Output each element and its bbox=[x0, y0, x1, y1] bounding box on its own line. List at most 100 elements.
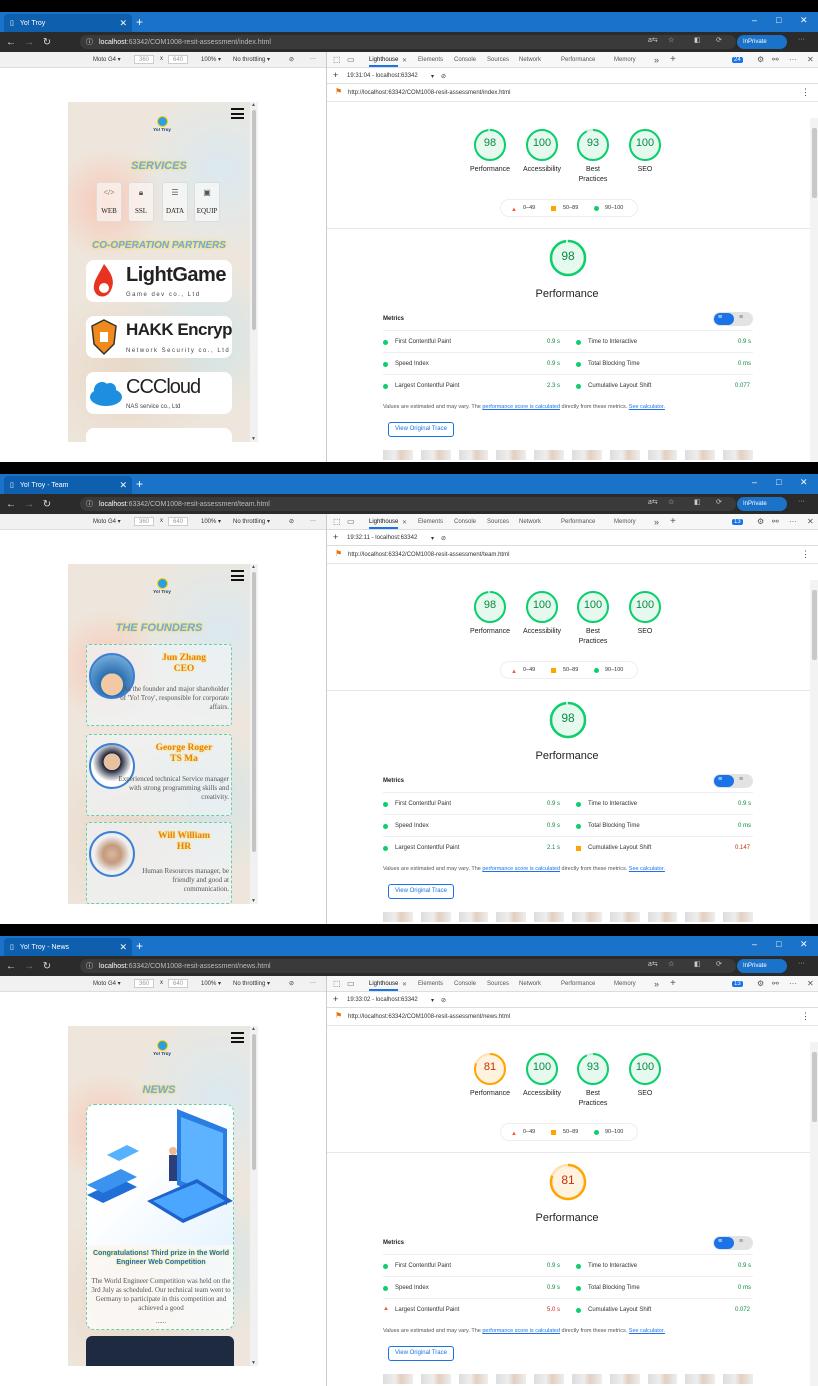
page-scrollbar[interactable]: ▲ ▼ bbox=[250, 564, 258, 904]
new-tab-button[interactable]: + bbox=[136, 939, 143, 953]
settings-gear-icon[interactable]: ⚙ bbox=[757, 517, 764, 526]
calculator-link[interactable]: See calculator. bbox=[629, 404, 665, 410]
tab-performance[interactable]: Performance bbox=[561, 981, 595, 987]
new-tab-button[interactable]: + bbox=[136, 15, 143, 29]
scrollbar-thumb[interactable] bbox=[252, 1034, 256, 1170]
back-icon[interactable]: ← bbox=[4, 961, 18, 972]
extension-icon[interactable]: ◧ bbox=[694, 498, 701, 506]
favorite-icon[interactable]: ☆ bbox=[668, 960, 674, 968]
tab-console[interactable]: Console bbox=[454, 981, 476, 987]
inspect-icon[interactable]: ⬚ bbox=[333, 979, 341, 988]
remote-devices-icon[interactable]: ⚯ bbox=[772, 55, 779, 64]
close-tab-icon[interactable]: ✕ bbox=[402, 57, 407, 64]
view-original-trace-button[interactable]: View Original Trace bbox=[388, 1346, 454, 1361]
new-report-icon[interactable]: + bbox=[333, 994, 338, 1004]
more-icon[interactable]: ··· bbox=[798, 498, 805, 505]
maximize-button[interactable]: □ bbox=[776, 477, 781, 487]
issues-badge[interactable]: 13 bbox=[732, 981, 743, 987]
news-headline[interactable]: Congratulations! Third prize in the Worl… bbox=[89, 1249, 233, 1267]
device-select[interactable]: Moto G4 ▾ bbox=[93, 518, 121, 525]
calculator-link[interactable]: See calculator. bbox=[629, 1328, 665, 1334]
tab-memory[interactable]: Memory bbox=[614, 57, 636, 63]
rotate-icon[interactable]: ⊘ bbox=[289, 56, 294, 63]
remote-devices-icon[interactable]: ⚯ bbox=[772, 517, 779, 526]
report-select[interactable]: 19:31:04 - localhost:63342 bbox=[347, 73, 418, 79]
hamburger-menu-icon[interactable] bbox=[231, 570, 244, 581]
tab-sources[interactable]: Sources bbox=[487, 519, 509, 525]
device-toggle-icon[interactable]: ▭ bbox=[347, 979, 355, 988]
back-icon[interactable]: ← bbox=[4, 499, 18, 510]
tab-console[interactable]: Console bbox=[454, 519, 476, 525]
close-tab-icon[interactable]: ✕ bbox=[119, 18, 127, 29]
view-original-trace-button[interactable]: View Original Trace bbox=[388, 884, 454, 899]
gauge-seo[interactable]: 100 SEO bbox=[625, 1052, 665, 1099]
tab-performance[interactable]: Performance bbox=[561, 57, 595, 63]
partner-cccloud[interactable]: CCCloud NAS service co., Ltd bbox=[86, 372, 232, 414]
inspect-icon[interactable]: ⬚ bbox=[333, 517, 341, 526]
tab-sources[interactable]: Sources bbox=[487, 981, 509, 987]
gauge-performance[interactable]: 98 Performance bbox=[470, 128, 510, 175]
view-original-trace-button[interactable]: View Original Trace bbox=[388, 422, 454, 437]
report-menu-icon[interactable]: ⋮ bbox=[801, 549, 810, 560]
close-tab-icon[interactable]: ✕ bbox=[119, 480, 127, 491]
clear-icon[interactable]: ⊘ bbox=[441, 73, 446, 80]
page-scrollbar[interactable]: ▲ ▼ bbox=[250, 102, 258, 442]
report-select[interactable]: 19:32:11 - localhost:63342 bbox=[347, 535, 417, 541]
report-select[interactable]: 19:33:02 - localhost:63342 bbox=[347, 997, 418, 1003]
read-more[interactable]: ...... bbox=[87, 1319, 233, 1325]
zoom-select[interactable]: 100% ▾ bbox=[201, 980, 221, 987]
report-url[interactable]: http://localhost:63342/COM1008-resit-ass… bbox=[348, 1014, 510, 1020]
report-menu-icon[interactable]: ⋮ bbox=[801, 87, 810, 98]
tab-memory[interactable]: Memory bbox=[614, 981, 636, 987]
device-select[interactable]: Moto G4 ▾ bbox=[93, 980, 121, 987]
read-aloud-icon[interactable]: a⇆ bbox=[648, 960, 658, 968]
minimize-button[interactable]: – bbox=[752, 15, 757, 25]
metrics-view-toggle[interactable]: ≡ ≡ bbox=[713, 774, 753, 788]
close-window-button[interactable]: ✕ bbox=[800, 15, 808, 26]
dropdown-icon[interactable]: ▾ bbox=[431, 535, 434, 542]
issues-badge[interactable]: 13 bbox=[732, 519, 743, 525]
throttle-select[interactable]: No throttling ▾ bbox=[233, 56, 270, 63]
inspect-icon[interactable]: ⬚ bbox=[333, 55, 341, 64]
minimize-button[interactable]: – bbox=[752, 477, 757, 487]
tab-network[interactable]: Network bbox=[519, 57, 541, 63]
tab-elements[interactable]: Elements bbox=[418, 519, 443, 525]
kebab-menu-icon[interactable]: ··· bbox=[789, 979, 797, 988]
inprivate-badge[interactable]: InPrivate bbox=[737, 497, 787, 511]
inprivate-badge[interactable]: InPrivate bbox=[737, 959, 787, 973]
extension-icon[interactable]: ◧ bbox=[694, 960, 701, 968]
height-input[interactable]: 640 bbox=[168, 517, 188, 526]
rotate-icon[interactable]: ⊘ bbox=[289, 518, 294, 525]
gauge-best-practices[interactable]: 93 Best Practices bbox=[573, 128, 613, 185]
gauge-seo[interactable]: 100 SEO bbox=[625, 590, 665, 637]
gauge-best-practices[interactable]: 93 Best Practices bbox=[573, 1052, 613, 1109]
forward-icon[interactable]: → bbox=[22, 961, 36, 972]
more-options-icon[interactable]: ··· bbox=[310, 56, 316, 62]
sync-icon[interactable]: ⟳ bbox=[716, 36, 722, 44]
browser-tab[interactable]: ▯ Yo! Troy ✕ bbox=[4, 14, 132, 32]
more-options-icon[interactable]: ··· bbox=[310, 518, 316, 524]
close-window-button[interactable]: ✕ bbox=[800, 477, 808, 488]
url-field[interactable]: ⓘ localhost:63342/COM1008-resit-assessmen… bbox=[80, 959, 736, 973]
gauge-accessibility[interactable]: 100 Accessibility bbox=[522, 1052, 562, 1099]
settings-gear-icon[interactable]: ⚙ bbox=[757, 55, 764, 64]
new-report-icon[interactable]: + bbox=[333, 532, 338, 542]
tab-network[interactable]: Network bbox=[519, 981, 541, 987]
service-ssl[interactable]: 🔒︎ SSL bbox=[128, 182, 154, 222]
gauge-accessibility[interactable]: 100 Accessibility bbox=[522, 590, 562, 637]
devtools-scrollbar[interactable] bbox=[810, 1042, 818, 1386]
service-data[interactable]: ☰ DATA bbox=[162, 182, 188, 222]
dropdown-icon[interactable]: ▾ bbox=[431, 73, 434, 80]
more-icon[interactable]: ··· bbox=[798, 36, 805, 43]
close-devtools-icon[interactable]: ✕ bbox=[807, 979, 814, 988]
partner-lightgame[interactable]: LightGame Game dev co., Ltd bbox=[86, 260, 232, 302]
logo[interactable]: Yo! Troy bbox=[150, 1040, 174, 1056]
tab-lighthouse[interactable]: Lighthouse bbox=[369, 57, 399, 67]
url-field[interactable]: ⓘ localhost:63342/COM1008-resit-assessmen… bbox=[80, 497, 736, 511]
favorite-icon[interactable]: ☆ bbox=[668, 36, 674, 44]
browser-tab[interactable]: ▯ Yo! Troy - Team ✕ bbox=[4, 476, 132, 494]
score-calculated-link[interactable]: performance score is calculated bbox=[482, 866, 560, 872]
devtools-scrollbar[interactable] bbox=[810, 580, 818, 924]
logo[interactable]: Yo! Troy bbox=[150, 578, 174, 594]
width-input[interactable]: 360 bbox=[134, 517, 154, 526]
